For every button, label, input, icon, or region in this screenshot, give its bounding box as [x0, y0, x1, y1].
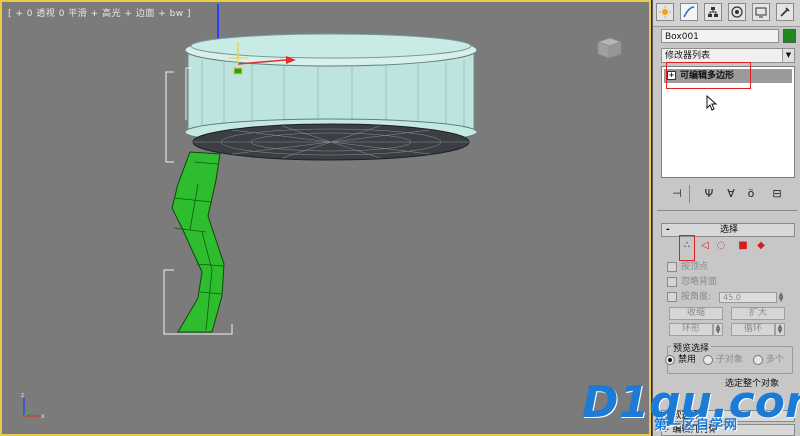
panel-tabbar	[653, 0, 800, 27]
hierarchy-tab-icon[interactable]	[704, 3, 722, 21]
grow-button[interactable]: 扩大	[731, 307, 785, 320]
soft-selection-rollout[interactable]: + 软选择	[661, 410, 795, 422]
ring-spinner-icon[interactable]: ▲ ▼	[713, 323, 723, 336]
object-name-field[interactable]: Box001	[661, 29, 779, 43]
edit-geometry-rollout[interactable]: + 编辑几何体	[661, 424, 795, 436]
svg-text:z: z	[21, 392, 24, 399]
preview-multi-radio[interactable]: 多个	[753, 354, 784, 366]
highlight-box	[666, 62, 751, 89]
dropdown-arrow-icon: ▼	[782, 49, 794, 62]
modify-tab-icon[interactable]	[680, 3, 698, 21]
scene-model[interactable]	[2, 2, 651, 436]
display-tab-icon[interactable]	[752, 3, 770, 21]
edge-mode-icon[interactable]: ◁	[699, 240, 711, 252]
by-vertex-checkbox[interactable]: 按顶点	[667, 261, 708, 273]
selection-status-text: 选定整个对象	[725, 379, 780, 389]
ring-button[interactable]: 环形	[669, 323, 713, 336]
perspective-viewport[interactable]: [ + 0 透视 0 平滑 + 高光 + 边面 + bw ] z x	[0, 0, 651, 436]
mouse-cursor-icon	[706, 95, 718, 111]
loop-button[interactable]: 循环	[731, 323, 775, 336]
utilities-tab-icon[interactable]	[776, 3, 794, 21]
loop-spinner-icon[interactable]: ▲ ▼	[775, 323, 785, 336]
element-mode-icon[interactable]: ◆	[755, 240, 767, 252]
svg-text:x: x	[41, 413, 45, 420]
axis-tripod-icon: z x	[21, 392, 45, 420]
ignore-backfacing-checkbox[interactable]: 忽略背面	[667, 276, 717, 288]
polygon-mode-icon[interactable]: ■	[737, 240, 749, 252]
modifier-list-dropdown[interactable]: 修改器列表 ▼	[661, 48, 795, 63]
command-panel: Box001 修改器列表 ▼ + 可编辑多边形 ⊣ Ψ ∀ ö ⊟ - 选择 ∴ …	[652, 0, 800, 436]
modifier-stack: + 可编辑多边形	[661, 62, 795, 178]
shrink-button[interactable]: 收缩	[669, 307, 723, 320]
preview-subobject-radio[interactable]: 子对象	[703, 354, 743, 366]
create-tab-icon[interactable]	[656, 3, 674, 21]
remove-modifier-icon[interactable]: ö	[743, 186, 759, 202]
angle-spinner-icon[interactable]: ▲ ▼	[777, 292, 785, 303]
object-color-swatch[interactable]	[783, 29, 796, 43]
drum-top-face	[190, 33, 472, 59]
preview-selection-title: 预览选择	[671, 341, 712, 354]
pin-stack-icon[interactable]: ⊣	[669, 186, 685, 202]
vertex-highlight-box	[679, 235, 695, 261]
motion-tab-icon[interactable]	[728, 3, 746, 21]
preview-off-radio[interactable]: 禁用	[665, 354, 696, 366]
angle-value-field[interactable]: 45.0	[719, 292, 777, 303]
stack-toolbar: ⊣ Ψ ∀ ö ⊟	[661, 183, 795, 205]
show-end-result-icon[interactable]: Ψ	[701, 186, 717, 202]
modifier-list-label: 修改器列表	[665, 51, 711, 61]
make-unique-icon[interactable]: ∀	[723, 186, 739, 202]
by-angle-checkbox[interactable]: 按角度:	[667, 291, 711, 303]
border-mode-icon[interactable]: ◌	[715, 240, 727, 252]
green-pipe	[171, 151, 225, 333]
viewcube-icon[interactable]	[594, 34, 624, 60]
configure-modifier-sets-icon[interactable]: ⊟	[769, 186, 785, 202]
